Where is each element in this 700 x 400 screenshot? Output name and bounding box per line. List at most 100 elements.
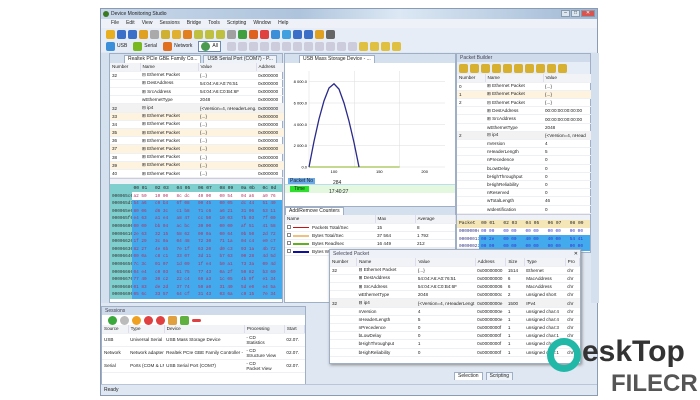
filter-icon-5[interactable]	[281, 41, 291, 51]
hex-row[interactable]: 00006600 00 00 bb 04 ac bc 30 00 00 00 af 51 41…	[110, 222, 282, 231]
hex-row[interactable]: 00006670 77 40 30 c2 22 c4 60 a3 1c 05 4b 9f e1…	[110, 275, 282, 284]
toolbar-icon-17[interactable]	[293, 29, 302, 39]
menu-file[interactable]: File	[111, 19, 119, 28]
serial-filter-button[interactable]: Serial	[133, 41, 157, 51]
table-row[interactable]: nHeaderLength 5 0x0000000e 1 unsigned char:4…	[330, 315, 580, 325]
table-row[interactable]: 0 ⊞ Ethernet Packet {...}	[457, 82, 592, 91]
column-header[interactable]: Name	[285, 215, 376, 224]
left-dock-strip[interactable]	[101, 53, 109, 303]
column-header[interactable]: Address	[475, 258, 507, 267]
table-row[interactable]: 37 ⊞ Ethernet Packet {...} 0x000000	[110, 144, 284, 154]
table-row[interactable]: ⊞ DestAddress 54:04:A6:A0:76:51 0x000000	[110, 79, 284, 89]
toolbar-icon-2[interactable]	[128, 29, 137, 39]
maximize-button[interactable]: □	[571, 10, 580, 17]
start-session-icon[interactable]	[108, 315, 117, 325]
column-header[interactable]: Pro	[565, 258, 581, 267]
filter-icon-6[interactable]	[292, 41, 302, 51]
hex-row[interactable]: 00006650 7c 3c 01 07 1d 09 1f e4 b0 a1 73 3a 09…	[110, 260, 282, 269]
toolbar-icon-10[interactable]	[216, 29, 225, 39]
table-row[interactable]: 32 ⊟ Ethernet Packet {...} 0x00000000 1514 Et…	[330, 266, 580, 275]
hex-row[interactable]: 000065e0 80 06 d6 3c c1 b8 71 c6 a6 21 31 06 53…	[110, 207, 282, 216]
hex-row[interactable]: 000065f0 e4 63 a1 e4 a8 47 cc 50 10 03 7b 03 7f…	[110, 215, 282, 223]
minimize-button[interactable]: –	[561, 10, 570, 17]
all-filter-button[interactable]: All	[198, 40, 221, 52]
table-row[interactable]: bLowDelay 0	[457, 164, 592, 173]
toolbar-icon-13[interactable]	[249, 29, 258, 39]
toolbar-icon-15[interactable]	[271, 29, 280, 39]
counter-checkbox[interactable]	[287, 249, 291, 254]
tab-document-1[interactable]: USB Serial Port (COM7) - P...	[203, 55, 277, 63]
table-row[interactable]: bHighReliability 0	[457, 180, 592, 190]
table-row[interactable]: 1 ⊞ Ethernet Packet {...}	[457, 90, 592, 100]
counter-checkbox[interactable]	[287, 224, 291, 229]
hex-row[interactable]: 00006630 82 27 4e 6b 7e 1f 63 20 d0 c3 93 1a 4b…	[110, 245, 282, 254]
menu-edit[interactable]: Edit	[126, 19, 135, 28]
column-header[interactable]: Start	[284, 325, 306, 334]
filter-icon-13[interactable]	[369, 41, 379, 51]
menu-tools[interactable]: Tools	[208, 19, 220, 28]
table-row[interactable]: wTotalLength 46	[457, 196, 592, 206]
filter-icon-12[interactable]	[358, 41, 368, 51]
filter-icon-11[interactable]	[347, 41, 357, 51]
filter-icon-2[interactable]	[248, 41, 258, 51]
builder-tool-icon-2[interactable]	[481, 64, 490, 73]
table-row[interactable]: SerialPorts (COM & LPT)USB Serial Port (…	[102, 359, 305, 373]
column-header[interactable]: Device	[164, 325, 245, 334]
stop-icon[interactable]	[132, 315, 141, 325]
toolbar-icon-3[interactable]	[139, 29, 148, 39]
hex-row[interactable]: 00006610 2e 63 32 15 58 62 00 0a 00 64 0b 50 2d…	[110, 230, 282, 238]
menu-sessions[interactable]: Sessions	[159, 19, 179, 28]
column-header[interactable]: Name	[485, 74, 544, 83]
properties-icon[interactable]	[168, 315, 177, 325]
toolbar-icon-12[interactable]	[238, 29, 247, 39]
add-icon[interactable]	[180, 315, 189, 325]
counter-checkbox[interactable]	[287, 232, 291, 237]
table-row[interactable]: USB Universal Serial ... USB Mass Storage …	[102, 333, 305, 347]
filter-icon-14[interactable]	[380, 41, 390, 51]
builder-tool-icon-3[interactable]	[492, 64, 501, 73]
filter-icon-7[interactable]	[303, 41, 313, 51]
table-row[interactable]: 40 ⊞ Ethernet Packet {...} 0x000000	[110, 169, 284, 179]
builder-tool-icon-7[interactable]	[536, 64, 545, 73]
table-row[interactable]: 32 ⊟ ip4 {<Version=4, nHeaderLeng... 0x0000…	[110, 103, 284, 113]
column-header[interactable]: Type	[524, 258, 566, 267]
builder-tool-icon-0[interactable]	[459, 64, 468, 73]
tab-selection[interactable]: Selection	[454, 372, 483, 380]
menu-bridge[interactable]: Bridge	[187, 19, 201, 28]
builder-tool-icon-4[interactable]	[503, 64, 512, 73]
column-header[interactable]: Value	[198, 63, 257, 72]
table-row[interactable]: 35 ⊞ Ethernet Packet {...} 0x000000	[110, 128, 284, 138]
table-row[interactable]: bHighThroughput 0	[457, 172, 592, 181]
counter-checkbox[interactable]	[287, 241, 291, 246]
toolbar-icon-1[interactable]	[117, 29, 126, 39]
column-header[interactable]: Average	[415, 215, 456, 224]
table-row[interactable]: 32 ⊟ Ethernet Packet {...} 0x000000	[110, 71, 284, 80]
filter-icon-3[interactable]	[259, 41, 269, 51]
table-row[interactable]: 39 ⊞ Ethernet Packet {...} 0x000000	[110, 161, 284, 170]
table-row[interactable]: 34 ⊞ Ethernet Packet {...} 0x000000	[110, 120, 284, 130]
hex-row[interactable]: 00006680 01 83 de 2d 37 74 50 a0 31 40 5d e0 e4…	[110, 283, 282, 292]
counter-row[interactable]: Bytes Total/Sec 37 564 1 792	[285, 231, 455, 241]
hex-row[interactable]: 0000000e 00 00 00 00 00 00 00 00 00 00	[457, 228, 590, 236]
column-header[interactable]: Size	[505, 258, 525, 267]
column-header[interactable]: Value	[415, 258, 476, 267]
filter-icon-15[interactable]	[391, 41, 401, 51]
hex-row[interactable]: 00006620 1f 29 3c 0a 04 48 72 30 71 1a 04 c4 e0…	[110, 237, 282, 246]
close-session-icon[interactable]	[156, 315, 165, 325]
toolbar-icon-4[interactable]	[150, 29, 159, 39]
builder-tool-icon-8[interactable]	[547, 64, 556, 73]
toolbar-icon-16[interactable]	[282, 29, 291, 39]
table-row[interactable]: wIdentification 0	[457, 205, 592, 214]
column-header[interactable]: Number	[330, 258, 358, 267]
toolbar-icon-20[interactable]	[326, 29, 335, 39]
table-row[interactable]: bHighThroughput 1 0x0000000f 1 unsigned char…	[330, 339, 580, 349]
toolbar-icon-5[interactable]	[161, 29, 170, 39]
right-dock-strip[interactable]	[591, 53, 599, 303]
column-header[interactable]: Processing	[244, 325, 285, 334]
close-icon[interactable]: ✕	[574, 251, 578, 257]
column-header[interactable]: Type	[128, 325, 165, 334]
toolbar-icon-0[interactable]	[106, 29, 115, 39]
hex-row[interactable]: 000065c0 a2 50 10 00 8c dc 40 00 00 54 04 a6 a0…	[110, 192, 282, 200]
column-header[interactable]: Max	[375, 215, 416, 224]
builder-tool-icon-1[interactable]	[470, 64, 479, 73]
